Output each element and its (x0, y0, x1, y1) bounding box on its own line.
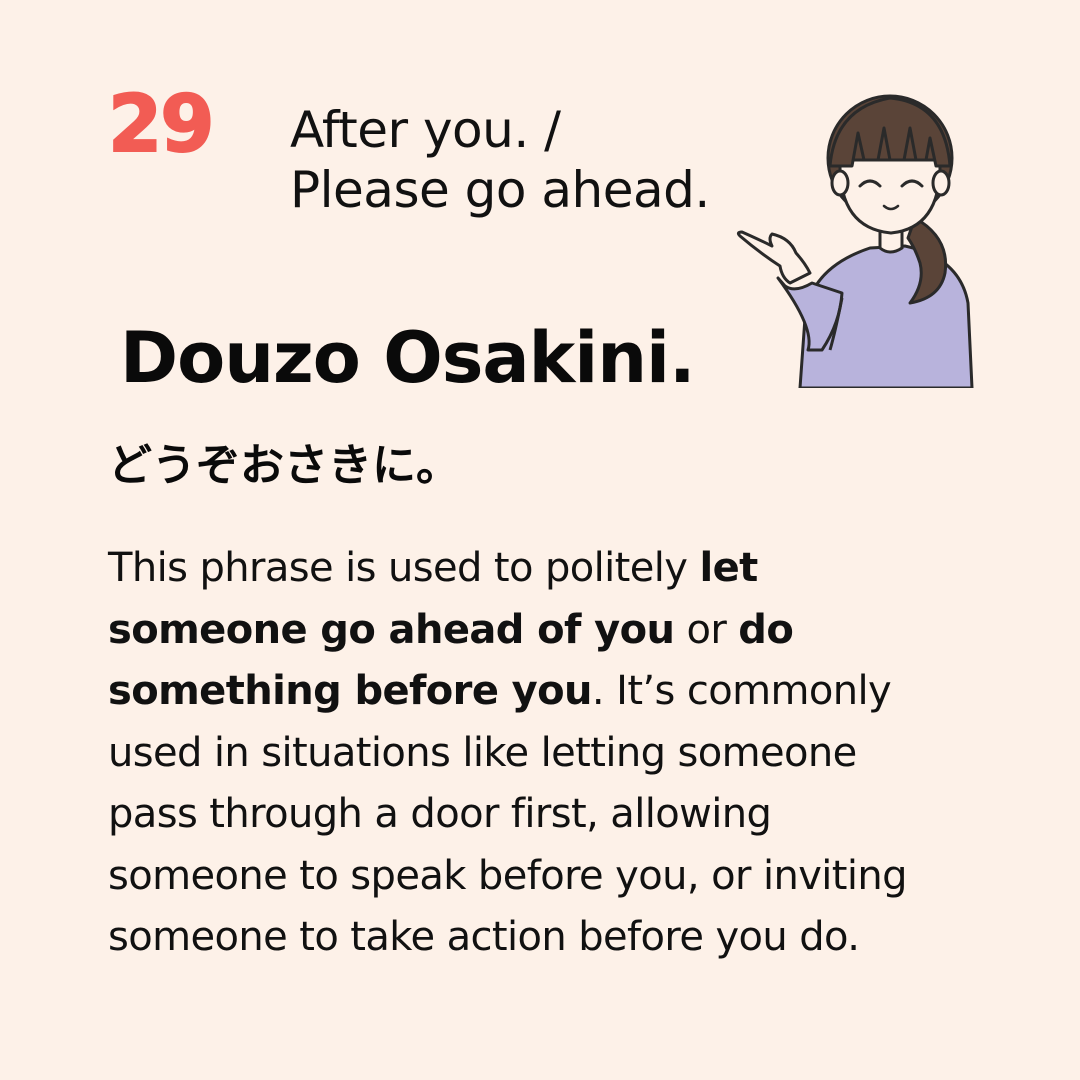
phrase-kana: どうぞおさきに。 (108, 440, 460, 491)
girl-gesturing-icon (736, 94, 974, 388)
phrase-romaji: Douzo Osakini. (120, 317, 696, 399)
description-text-1: This phrase is used to politely (108, 545, 700, 591)
lesson-number: 29 (107, 80, 216, 170)
english-line-2: Please go ahead. (290, 161, 710, 219)
english-translation: After you. / Please go ahead. (290, 100, 710, 220)
english-line-1: After you. / (290, 101, 561, 159)
description-text-2: or (674, 606, 739, 653)
phrase-description: This phrase is used to politely let some… (108, 538, 948, 969)
phrase-card: 29 After you. / Please go ahead. Douzo O… (0, 0, 1080, 1080)
